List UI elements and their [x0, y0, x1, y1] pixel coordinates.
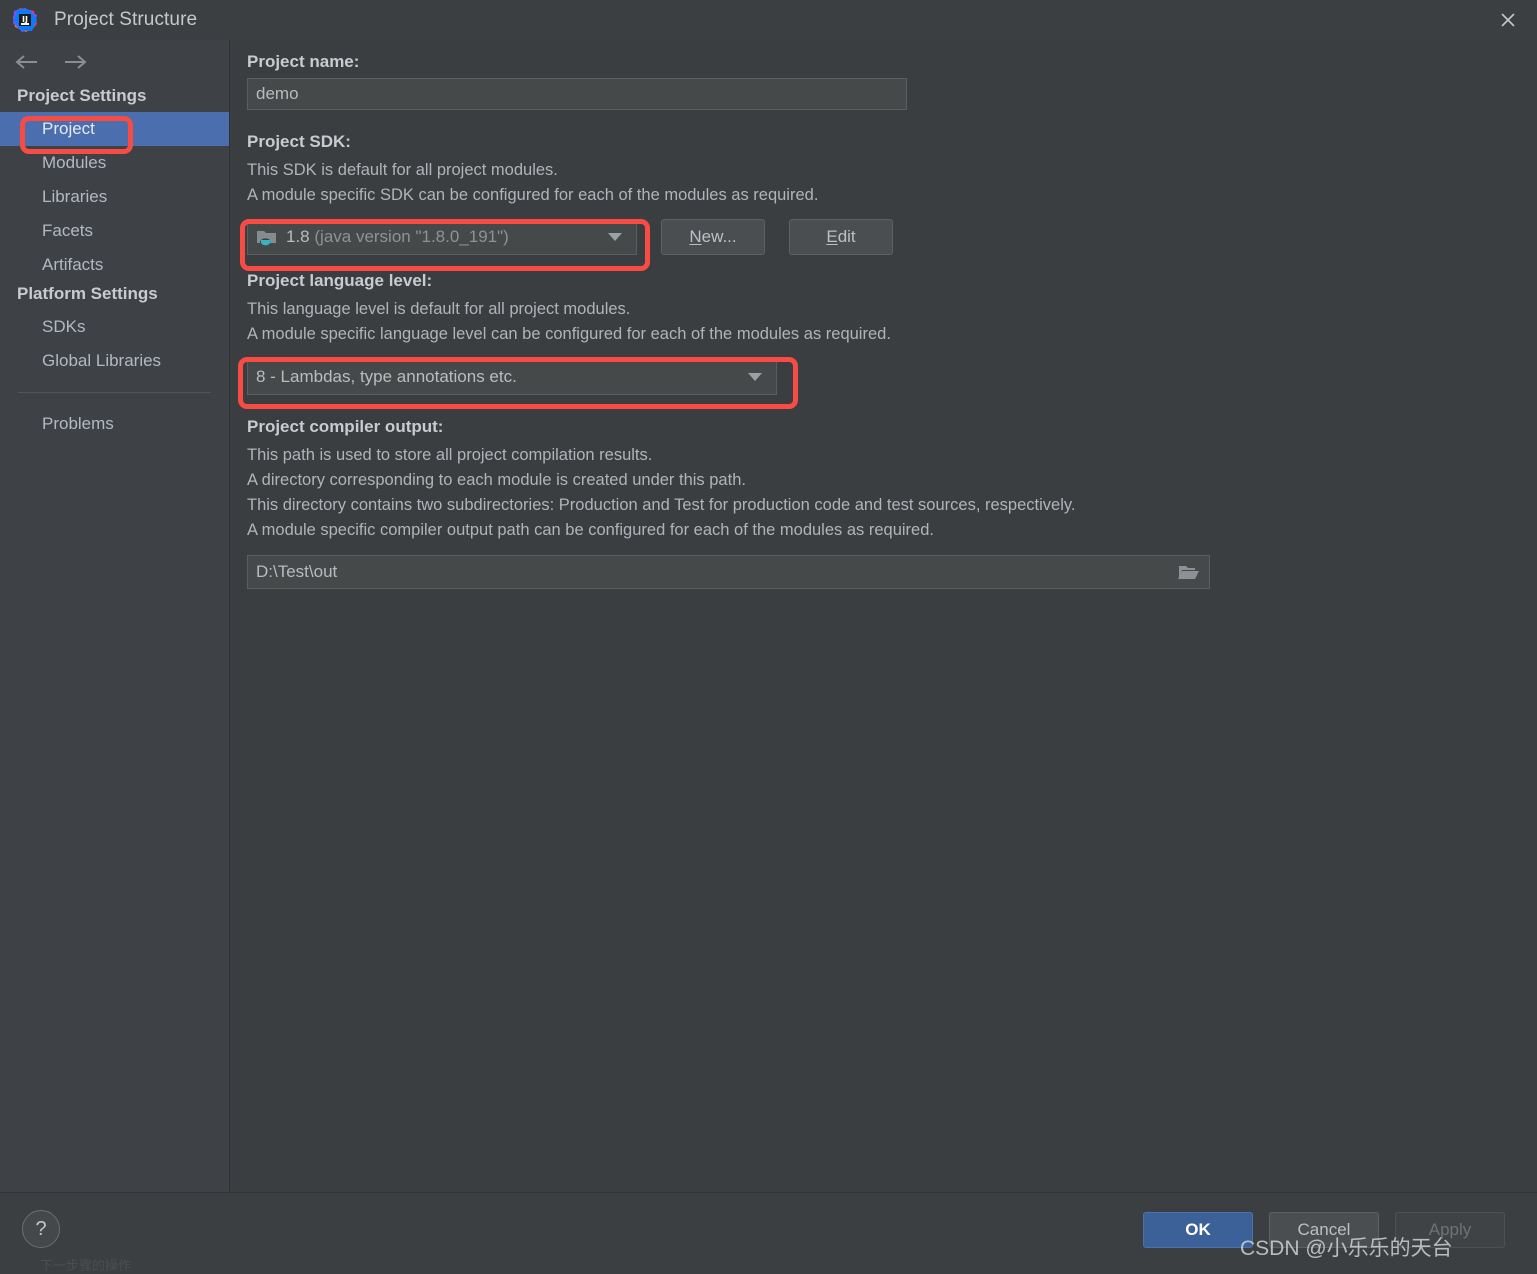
project-sdk-value: 1.8 (java version "1.8.0_191") [286, 227, 608, 247]
project-sdk-description-line-1: This SDK is default for all project modu… [247, 161, 558, 179]
sidebar-item-modules[interactable]: Modules [0, 146, 229, 180]
project-sdk-description-line-2: A module specific SDK can be configured … [247, 186, 819, 204]
project-sdk-combobox[interactable]: 1.8 (java version "1.8.0_191") [247, 219, 637, 255]
new-sdk-button[interactable]: New... [661, 219, 765, 255]
compiler-output-label: Project compiler output: [247, 417, 444, 436]
project-name-input[interactable]: demo [247, 78, 907, 110]
sidebar-item-artifacts[interactable]: Artifacts [0, 248, 229, 282]
cancel-button[interactable]: Cancel [1269, 1212, 1379, 1248]
navigation-arrows [0, 40, 229, 84]
chevron-down-icon [748, 373, 762, 381]
project-sdk-version: 1.8 [286, 227, 310, 246]
sidebar-item-global-libraries[interactable]: Global Libraries [0, 344, 229, 378]
close-icon[interactable] [1479, 0, 1537, 40]
new-button-mnemonic: N [689, 227, 702, 246]
language-level-description-line-1: This language level is default for all p… [247, 300, 631, 318]
sidebar-item-sdks[interactable]: SDKs [0, 310, 229, 344]
ok-button[interactable]: OK [1143, 1212, 1253, 1248]
sidebar-divider [18, 392, 211, 393]
apply-button: Apply [1395, 1212, 1505, 1248]
folder-open-icon[interactable] [1177, 562, 1201, 582]
compiler-output-path-value: D:\Test\out [256, 562, 338, 581]
edit-button-label: dit [837, 227, 856, 246]
sidebar-group-header-platform-settings: Platform Settings [17, 284, 158, 303]
language-level-description-line-2: A module specific language level can be … [247, 325, 891, 343]
main-panel: Project name: demo Project SDK: This SDK… [231, 40, 1537, 1192]
bottom-button-bar: ? OK Cancel Apply [0, 1192, 1537, 1265]
intellij-idea-logo-icon: IJ [12, 7, 38, 33]
project-sdk-detail: (java version "1.8.0_191") [314, 227, 509, 246]
compiler-output-path-input[interactable]: D:\Test\out [247, 555, 1210, 589]
edit-sdk-button[interactable]: Edit [789, 219, 893, 255]
compiler-output-description-line-2: A directory corresponding to each module… [247, 471, 746, 489]
sidebar-item-problems[interactable]: Problems [0, 407, 229, 441]
arrow-left-icon[interactable] [12, 49, 42, 75]
sidebar-item-facets[interactable]: Facets [0, 214, 229, 248]
language-level-label: Project language level: [247, 271, 433, 290]
title-bar: IJ Project Structure [0, 0, 1537, 40]
compiler-output-description-line-1: This path is used to store all project c… [247, 446, 653, 464]
compiler-output-description-line-3: This directory contains two subdirectori… [247, 496, 1076, 514]
language-level-combobox[interactable]: 8 - Lambdas, type annotations etc. [247, 359, 777, 395]
java-sdk-folder-icon [256, 227, 278, 247]
sidebar: Project Settings Project Modules Librari… [0, 40, 230, 1192]
window-title: Project Structure [54, 9, 198, 30]
project-name-label: Project name: [247, 52, 360, 71]
chevron-down-icon [608, 233, 622, 241]
language-level-value: 8 - Lambdas, type annotations etc. [256, 367, 517, 386]
project-sdk-label: Project SDK: [247, 132, 351, 151]
sidebar-item-project[interactable]: Project [0, 112, 229, 146]
new-button-label: ew... [701, 227, 737, 246]
dialog-action-buttons: OK Cancel Apply [1143, 1212, 1505, 1248]
svg-text:IJ: IJ [22, 15, 28, 24]
arrow-right-icon[interactable] [60, 49, 90, 75]
sidebar-item-libraries[interactable]: Libraries [0, 180, 229, 214]
compiler-output-description-line-4: A module specific compiler output path c… [247, 521, 934, 539]
help-button[interactable]: ? [22, 1210, 60, 1248]
edit-button-mnemonic: E [826, 227, 838, 246]
sidebar-group-header-project-settings: Project Settings [17, 86, 147, 105]
